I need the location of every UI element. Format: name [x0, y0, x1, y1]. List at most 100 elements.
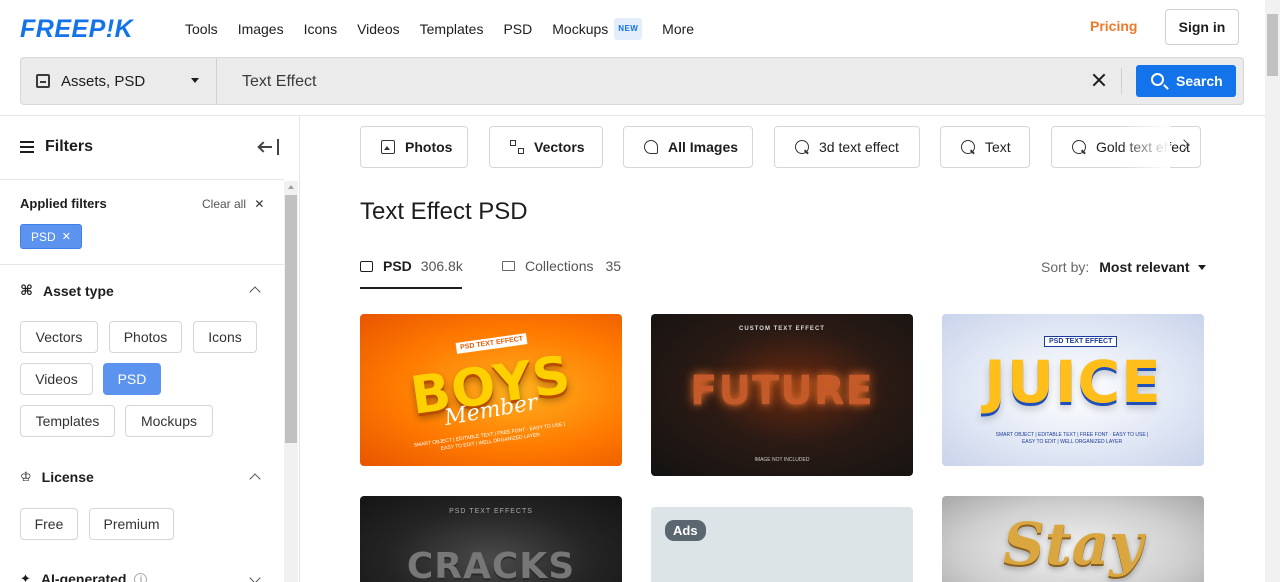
info-icon[interactable]: i	[134, 572, 148, 582]
chips-fade	[1120, 126, 1170, 168]
chevron-down-icon[interactable]	[249, 572, 261, 582]
card-headline: CRACKS	[406, 546, 576, 582]
card-headline: Stay	[1003, 510, 1143, 578]
assets-icon	[36, 74, 50, 88]
pricing-link[interactable]: Pricing	[1090, 18, 1137, 34]
result-card[interactable]: CUSTOM TEXT EFFECT FUTURE IMAGE NOT INCL…	[651, 314, 913, 476]
tab-psd[interactable]: PSD 306.8k	[360, 258, 463, 274]
license-free[interactable]: Free	[20, 508, 78, 540]
tab-collections[interactable]: Collections 35	[502, 258, 621, 274]
clear-all-button[interactable]: Clear all ✕	[202, 197, 264, 211]
nav-psd[interactable]: PSD	[503, 18, 532, 40]
search-button[interactable]: Search	[1136, 65, 1236, 97]
page-scrollbar[interactable]	[1265, 0, 1280, 582]
asset-type-title: Asset type	[43, 282, 114, 299]
chip-label: Text	[985, 139, 1011, 155]
asset-type-photos[interactable]: Photos	[109, 321, 182, 353]
chip-3d-text-effect[interactable]: 3d text effect	[774, 126, 920, 168]
search-button-label: Search	[1176, 73, 1223, 89]
tab-psd-count: 306.8k	[420, 258, 463, 274]
nav-icons[interactable]: Icons	[304, 18, 337, 40]
freepik-logo[interactable]: FREEP!K	[20, 15, 133, 44]
scroll-up-icon[interactable]	[288, 185, 294, 189]
applied-filter-label: PSD	[31, 229, 56, 244]
related-chips: Photos Vectors All Images 3d text effect…	[360, 126, 1210, 168]
sort-value: Most relevant	[1099, 259, 1190, 275]
scrollbar-thumb[interactable]	[1267, 14, 1278, 76]
ads-badge: Ads	[665, 520, 706, 541]
card-tag: PSD TEXT EFFECTS	[449, 508, 533, 515]
card-caption: SMART OBJECT | EDITABLE TEXT | FREE FONT…	[995, 432, 1149, 445]
asset-type-videos[interactable]: Videos	[20, 363, 93, 395]
collapse-sidebar-icon[interactable]	[259, 139, 279, 155]
tab-psd-label: PSD	[383, 258, 412, 274]
search-icon	[1151, 73, 1164, 86]
chevron-up-icon[interactable]	[249, 286, 261, 298]
asset-type-heading[interactable]: ⌘ Asset type	[20, 282, 114, 299]
card-tag: PSD TEXT EFFECT	[1044, 336, 1118, 347]
asset-type-templates[interactable]: Templates	[20, 405, 115, 437]
sign-in-button[interactable]: Sign in	[1165, 9, 1239, 45]
chip-label: All Images	[668, 139, 739, 155]
photo-icon	[381, 140, 395, 154]
chip-label: Vectors	[534, 139, 585, 155]
active-tab-indicator	[360, 287, 462, 289]
sort-label: Sort by:	[1041, 259, 1090, 275]
result-card[interactable]: PSD TEXT EFFECTS CRACKS	[360, 496, 622, 582]
search-input[interactable]	[242, 73, 942, 91]
filters-title: Filters	[45, 138, 94, 155]
asset-type-psd[interactable]: PSD	[103, 363, 161, 395]
result-card[interactable]: PSD TEXT EFFECT BOYS Member SMART OBJECT…	[360, 314, 622, 466]
filters-heading: Filters	[20, 138, 93, 156]
search-bar: Assets, PSD Search	[20, 57, 1244, 105]
folder-icon	[502, 261, 515, 271]
result-card[interactable]: Stay	[942, 496, 1204, 582]
asset-type-vectors[interactable]: Vectors	[20, 321, 98, 353]
sidebar-divider	[299, 116, 300, 582]
search-icon	[795, 140, 809, 154]
chip-label: Photos	[405, 139, 453, 155]
vector-icon	[510, 140, 524, 154]
page: FREEP!K Tools Images Icons Videos Templa…	[0, 0, 1280, 582]
clear-search-icon[interactable]	[1089, 70, 1109, 90]
sort-dropdown[interactable]: Sort by: Most relevant	[1041, 259, 1206, 275]
ai-generated-heading[interactable]: ✦ AI-generated i	[20, 571, 148, 582]
license-premium[interactable]: Premium	[89, 508, 174, 540]
new-badge: NEW	[614, 18, 643, 40]
nav-mockups[interactable]: Mockups NEW	[552, 18, 643, 40]
tab-collections-count: 35	[605, 258, 622, 274]
card-tag: PSD TEXT EFFECT	[455, 333, 528, 354]
chip-photos[interactable]: Photos	[360, 126, 468, 168]
license-heading[interactable]: ♔ License	[20, 469, 94, 485]
page-title: Text Effect PSD	[360, 198, 528, 225]
result-card[interactable]: PSD TEXT EFFECT JUICE SMART OBJECT | EDI…	[942, 314, 1204, 466]
ad-card[interactable]: Ads	[651, 507, 913, 582]
filters-sidebar: Filters Applied filters Clear all ✕ PSD …	[0, 116, 299, 582]
asset-type-mockups[interactable]: Mockups	[125, 405, 213, 437]
asset-type-icons[interactable]: Icons	[193, 321, 257, 353]
divider	[0, 264, 284, 265]
nav-images[interactable]: Images	[238, 18, 284, 40]
nav-templates[interactable]: Templates	[420, 18, 484, 40]
main-nav: Tools Images Icons Videos Templates PSD …	[185, 18, 714, 40]
all-images-icon	[644, 140, 658, 154]
chip-all-images[interactable]: All Images	[623, 126, 753, 168]
sidebar-scrollbar[interactable]	[284, 181, 298, 582]
chip-text[interactable]: Text	[940, 126, 1030, 168]
close-icon: ✕	[254, 197, 265, 211]
psd-icon	[360, 260, 373, 272]
scrollbar-thumb[interactable]	[285, 195, 297, 443]
search-icon	[1072, 140, 1086, 154]
card-headline: JUICE	[984, 348, 1162, 416]
chip-vectors[interactable]: Vectors	[489, 126, 603, 168]
applied-filter-chip[interactable]: PSD ✕	[20, 224, 82, 249]
search-scope-dropdown[interactable]: Assets, PSD	[21, 58, 217, 104]
search-divider	[1121, 68, 1122, 94]
divider	[0, 179, 284, 180]
chevron-up-icon[interactable]	[249, 473, 261, 485]
ai-icon: ✦	[20, 571, 31, 582]
nav-more[interactable]: More	[662, 18, 694, 40]
nav-videos[interactable]: Videos	[357, 18, 400, 40]
nav-tools[interactable]: Tools	[185, 18, 218, 40]
remove-filter-icon[interactable]: ✕	[62, 230, 71, 243]
